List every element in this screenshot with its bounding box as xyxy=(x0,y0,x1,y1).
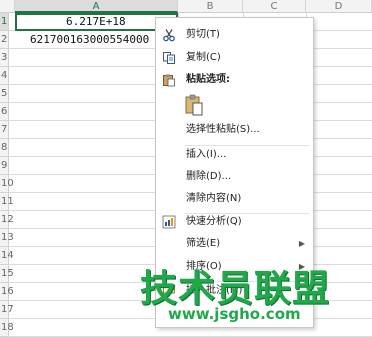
menu-item-clear-contents[interactable]: 清除内容(N) xyxy=(156,188,313,210)
selected-cell-outline xyxy=(15,13,178,31)
menu-item-label: 删除(D)... xyxy=(186,171,232,182)
menu-item-label: 粘贴选项: xyxy=(186,74,230,85)
row-header[interactable]: 4 xyxy=(0,67,9,85)
menu-section-paste-options: 粘贴选项: xyxy=(156,69,313,91)
row-header[interactable]: 10 xyxy=(0,175,14,193)
watermark-title: 技术员联盟 xyxy=(140,267,330,310)
menu-item-insert[interactable]: 插入(I)... xyxy=(156,144,313,166)
row-header[interactable]: 3 xyxy=(0,49,9,67)
scissors-icon xyxy=(163,29,175,42)
menu-item-cut[interactable]: 剪切(T) xyxy=(156,24,313,46)
cell-a2[interactable]: 621700163000554000 xyxy=(30,33,155,46)
menu-item-label: 剪切(T) xyxy=(186,29,220,40)
menu-item-label: 快速分析(Q) xyxy=(186,216,242,227)
quick-analysis-icon xyxy=(162,215,176,229)
row-header[interactable]: 7 xyxy=(0,121,9,139)
select-all-corner[interactable] xyxy=(0,0,15,13)
menu-item-label: 筛选(E) xyxy=(186,238,221,249)
row-header[interactable]: 1 xyxy=(0,13,9,31)
row-header[interactable]: 13 xyxy=(0,229,14,247)
menu-item-copy[interactable]: 复制(C) xyxy=(156,47,313,69)
copy-icon xyxy=(163,52,175,64)
row-header[interactable]: 2 xyxy=(0,31,9,49)
menu-item-label: 选择性粘贴(S)... xyxy=(186,124,260,135)
column-header-c[interactable]: C xyxy=(243,0,306,13)
row-header[interactable]: 6 xyxy=(0,103,9,121)
menu-item-paste-default[interactable] xyxy=(156,94,313,118)
column-header-a[interactable]: A xyxy=(15,0,178,13)
menu-item-quick-analysis[interactable]: 快速分析(Q) xyxy=(156,211,313,233)
menu-item-filter[interactable]: 筛选(E) ▶ xyxy=(156,233,313,255)
row-header[interactable]: 15 xyxy=(0,265,14,283)
row-header[interactable]: 11 xyxy=(0,193,14,211)
menu-item-paste-special[interactable]: 选择性粘贴(S)... xyxy=(156,119,313,141)
menu-item-label: 复制(C) xyxy=(186,52,221,63)
paste-icon xyxy=(163,74,175,87)
column-header-b[interactable]: B xyxy=(178,0,243,13)
menu-item-label: 清除内容(N) xyxy=(186,193,242,204)
clipboard-paste-icon xyxy=(185,94,203,116)
row-header[interactable]: 12 xyxy=(0,211,14,229)
row-header[interactable]: 17 xyxy=(0,301,14,319)
row-header[interactable]: 14 xyxy=(0,247,14,265)
row-header[interactable]: 16 xyxy=(0,283,14,301)
row-header[interactable]: 18 xyxy=(0,319,14,337)
row-header[interactable]: 9 xyxy=(0,157,9,175)
menu-item-delete[interactable]: 删除(D)... xyxy=(156,166,313,188)
submenu-arrow-icon: ▶ xyxy=(298,239,305,248)
menu-item-label: 插入(I)... xyxy=(186,149,227,160)
column-header-d[interactable]: D xyxy=(306,0,372,13)
row-header[interactable]: 5 xyxy=(0,85,9,103)
row-header[interactable]: 8 xyxy=(0,139,9,157)
watermark-url: www.jsgho.com xyxy=(168,305,301,323)
